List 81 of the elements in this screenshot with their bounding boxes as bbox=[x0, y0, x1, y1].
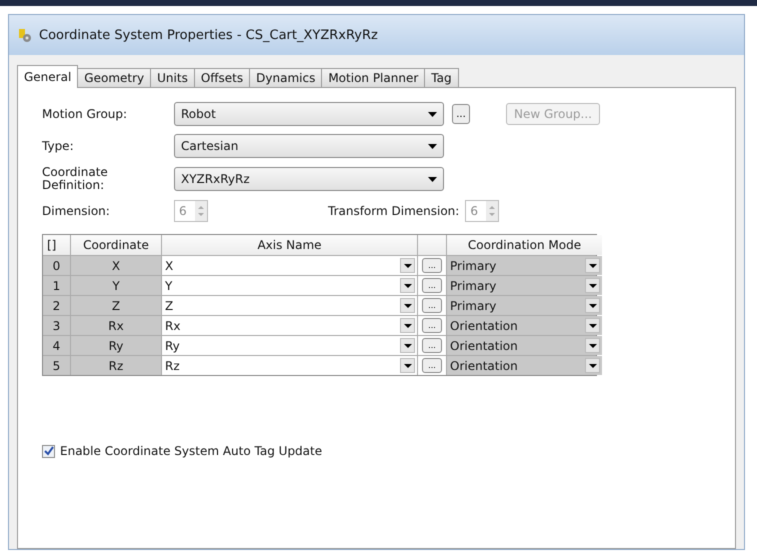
caret-icon bbox=[404, 284, 412, 288]
table-cell[interactable]: Primary bbox=[447, 296, 602, 315]
table-cell[interactable]: Primary bbox=[447, 276, 602, 295]
dropdown[interactable]: Cartesian bbox=[174, 134, 444, 158]
table-cell: 0 bbox=[43, 256, 70, 275]
field-label: Transform Dimension: bbox=[328, 204, 460, 218]
browse-button[interactable]: ... bbox=[422, 358, 442, 373]
caret-icon bbox=[588, 364, 596, 368]
caret-icon bbox=[404, 264, 412, 268]
caret-icon bbox=[404, 344, 412, 348]
browse-button[interactable]: ... bbox=[452, 104, 470, 124]
caret-icon bbox=[404, 364, 412, 368]
table-cell[interactable]: Orientation bbox=[447, 316, 602, 335]
column-header: Axis Name bbox=[162, 235, 417, 255]
caret-icon bbox=[588, 344, 596, 348]
table-cell: 2 bbox=[43, 296, 70, 315]
table-cell[interactable]: Orientation bbox=[447, 356, 602, 375]
table-cell: 5 bbox=[43, 356, 70, 375]
table-cell[interactable]: Rz bbox=[162, 356, 417, 375]
checkbox[interactable] bbox=[42, 444, 55, 458]
dropdown[interactable]: XYZRxRyRz bbox=[174, 167, 444, 191]
window-title: Coordinate System Properties - CS_Cart_XYZRxRyRz bbox=[39, 28, 378, 42]
dropdown-button[interactable] bbox=[585, 258, 600, 273]
table-cell[interactable]: Y bbox=[162, 276, 417, 295]
dropdown-button[interactable] bbox=[585, 338, 600, 353]
column-header: Coordinate bbox=[71, 235, 161, 255]
caret-icon bbox=[588, 324, 596, 328]
table-cell: Rx bbox=[71, 316, 161, 335]
tab[interactable]: Tag bbox=[424, 68, 459, 88]
caret-icon bbox=[428, 176, 437, 182]
caret-icon bbox=[428, 144, 437, 148]
dropdown-button[interactable] bbox=[585, 318, 600, 333]
column-header: Coordination Mode bbox=[447, 235, 602, 255]
table-cell[interactable]: Primary bbox=[447, 256, 602, 275]
caret-icon bbox=[588, 264, 596, 268]
caret-icon bbox=[588, 284, 596, 288]
table-cell: Y bbox=[71, 276, 161, 295]
column-header: [] bbox=[43, 235, 70, 255]
browse-button[interactable]: ... bbox=[422, 338, 442, 353]
table-cell: 4 bbox=[43, 336, 70, 355]
tab[interactable]: Units bbox=[150, 68, 195, 88]
tab[interactable]: General bbox=[17, 65, 78, 88]
dropdown-button[interactable] bbox=[400, 258, 415, 273]
table-cell: Rz bbox=[71, 356, 161, 375]
field-label: Coordinate Definition: bbox=[42, 166, 109, 192]
table-cell: X bbox=[71, 256, 161, 275]
field-label: Type: bbox=[42, 140, 75, 152]
table-cell[interactable]: Rx bbox=[162, 316, 417, 335]
caret-icon bbox=[428, 112, 437, 116]
table-cell: 1 bbox=[43, 276, 70, 295]
dropdown-button[interactable] bbox=[585, 358, 600, 373]
checkbox-label: Enable Coordinate System Auto Tag Update bbox=[60, 444, 322, 458]
dropdown-button[interactable] bbox=[400, 318, 415, 333]
field-label: Motion Group: bbox=[42, 108, 128, 120]
browse-button[interactable]: ... bbox=[422, 278, 442, 293]
table-cell: 3 bbox=[43, 316, 70, 335]
browse-button[interactable]: ... bbox=[422, 298, 442, 313]
table-cell: Z bbox=[71, 296, 161, 315]
field-label: Dimension: bbox=[42, 204, 111, 218]
tab[interactable]: Dynamics bbox=[249, 68, 322, 88]
table-cell[interactable]: X bbox=[162, 256, 417, 275]
dropdown-button[interactable] bbox=[400, 278, 415, 293]
table-cell[interactable]: Orientation bbox=[447, 336, 602, 355]
table-cell[interactable]: Z bbox=[162, 296, 417, 315]
dropdown-button[interactable] bbox=[400, 298, 415, 313]
dropdown-button[interactable] bbox=[400, 358, 415, 373]
dropdown[interactable]: Robot bbox=[174, 102, 444, 126]
browse-button[interactable]: ... bbox=[422, 318, 442, 333]
table-cell: Ry bbox=[71, 336, 161, 355]
caret-icon bbox=[588, 304, 596, 308]
tab[interactable]: Motion Planner bbox=[321, 68, 426, 88]
table-cell[interactable]: Ry bbox=[162, 336, 417, 355]
dropdown-button[interactable] bbox=[585, 278, 600, 293]
dropdown-button[interactable] bbox=[400, 338, 415, 353]
column-header bbox=[418, 235, 446, 255]
browse-button[interactable]: ... bbox=[422, 258, 442, 273]
tab[interactable]: Geometry bbox=[77, 68, 152, 88]
tab[interactable]: Offsets bbox=[194, 68, 250, 88]
caret-icon bbox=[404, 324, 412, 328]
caret-icon bbox=[404, 304, 412, 308]
dropdown-button[interactable] bbox=[585, 298, 600, 313]
